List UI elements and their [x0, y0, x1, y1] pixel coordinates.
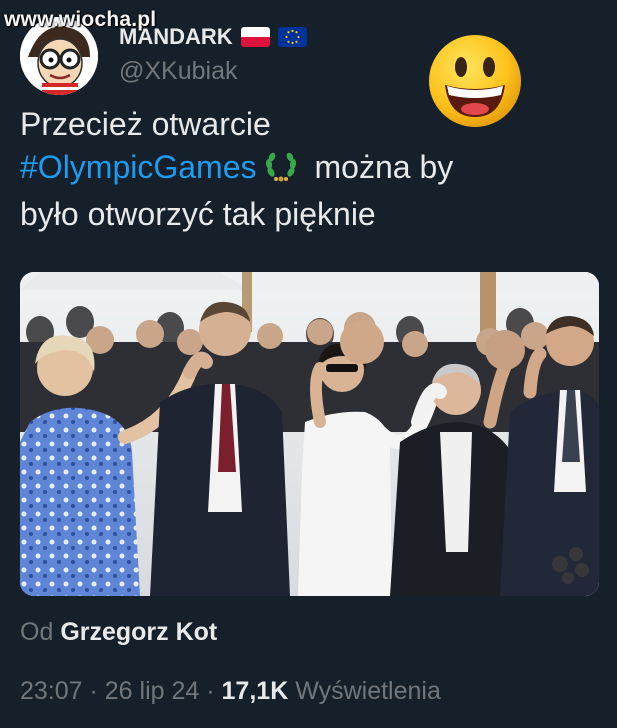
tweet-line-3: było otworzyć tak pięknie	[20, 196, 376, 232]
meta-separator: ·	[82, 677, 105, 705]
tweet-line-2-rest: można by	[314, 149, 454, 185]
attribution-name[interactable]: Grzegorz Kot	[60, 618, 217, 646]
video-still-image	[20, 272, 599, 596]
meta-separator: ·	[199, 677, 222, 705]
tweet-line-1: Przecież otwarcie	[20, 106, 271, 142]
view-label: Wyświetlenia	[295, 677, 441, 705]
tweet-screenshot: www.wiocha.pl MANDARK @XKubiak Przecież …	[0, 0, 617, 728]
olympic-wreath-icon	[265, 150, 297, 193]
video-attribution: Od Grzegorz Kot	[20, 618, 217, 647]
tweet-time[interactable]: 23:07	[20, 677, 83, 705]
author-handle[interactable]: @XKubiak	[119, 57, 238, 86]
tweet-metadata: 23:07 · 26 lip 24 · 17,1K Wyświetlenia	[20, 677, 441, 706]
tweet-video[interactable]	[20, 272, 599, 596]
poland-flag-icon	[240, 27, 270, 47]
tweet-date[interactable]: 26 lip 24	[105, 677, 200, 705]
hashtag-link[interactable]: #OlympicGames	[20, 149, 257, 185]
eu-flag-icon	[277, 27, 307, 47]
attribution-prefix: Od	[20, 618, 54, 646]
tweet-text: Przecież otwarcie #OlympicGames można by…	[20, 103, 580, 236]
watermark: www.wiocha.pl	[4, 8, 157, 31]
tweet-line-2: #OlympicGames można by	[20, 146, 580, 193]
view-count: 17,1K	[221, 677, 289, 705]
